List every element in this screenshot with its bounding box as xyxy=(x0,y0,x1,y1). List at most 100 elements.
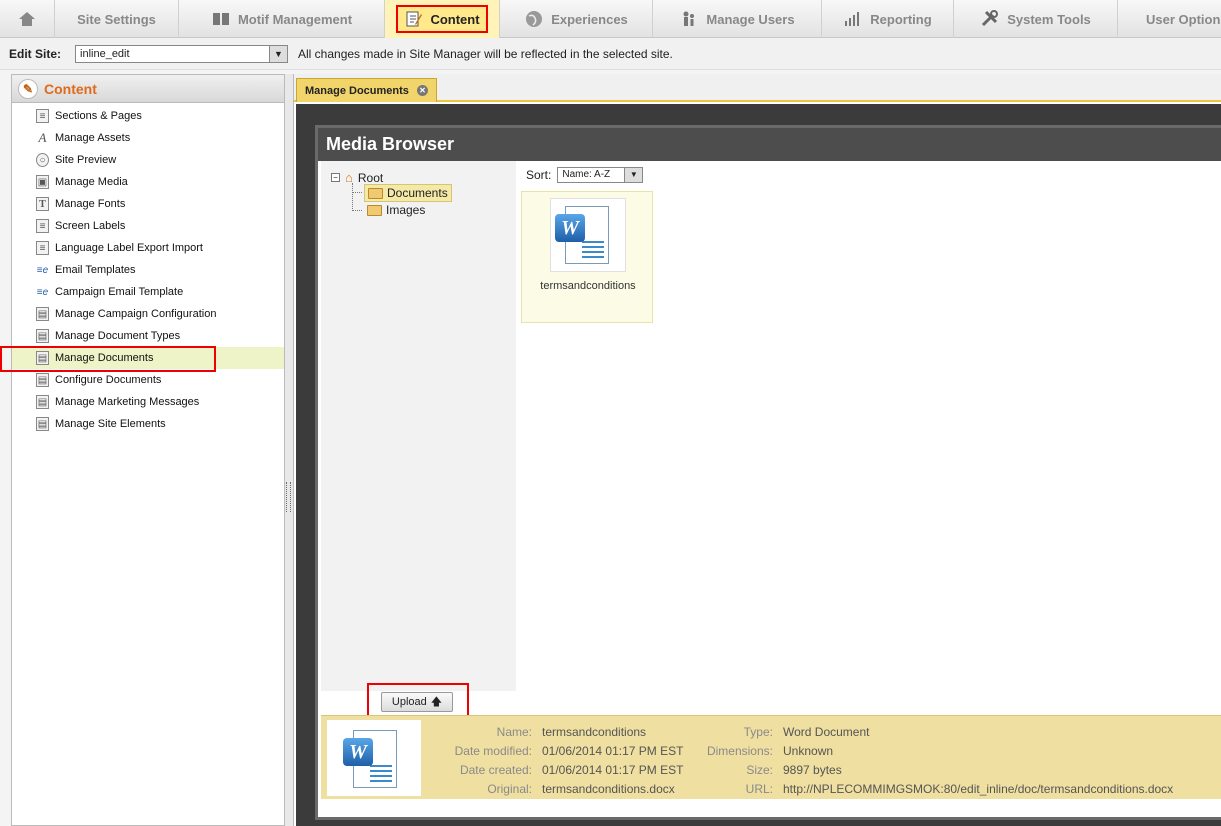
menu-item-language-label[interactable]: ≡ Language Label Export Import xyxy=(12,237,284,259)
nav-tab-motif-management[interactable]: Motif Management xyxy=(179,0,385,38)
config-icon: ▤ xyxy=(36,373,49,387)
menu-item-manage-fonts[interactable]: T Manage Fonts xyxy=(12,193,284,215)
nav-tab-content[interactable]: Content xyxy=(385,0,500,38)
edit-site-message: All changes made in Site Manager will be… xyxy=(298,46,673,61)
menu-item-label: Email Templates xyxy=(55,264,136,276)
tree-root[interactable]: − ⌂ Root xyxy=(331,170,383,185)
edit-site-value: inline_edit xyxy=(80,47,130,60)
menu-item-marketing-messages[interactable]: ▤ Manage Marketing Messages xyxy=(12,391,284,413)
menu-item-manage-media[interactable]: ▣ Manage Media xyxy=(12,171,284,193)
menu-item-label: Manage Assets xyxy=(55,132,131,144)
tree-node-documents[interactable]: Documents xyxy=(364,184,452,202)
home-icon xyxy=(17,10,37,28)
detail-label: Date modified: xyxy=(454,743,532,758)
panel-splitter[interactable] xyxy=(285,74,293,826)
upload-button[interactable]: Upload 🡅 xyxy=(381,692,453,712)
tree-node-label: Documents xyxy=(387,186,448,200)
menu-item-label: Configure Documents xyxy=(55,374,162,386)
menu-item-document-types[interactable]: ▤ Manage Document Types xyxy=(12,325,284,347)
nav-tab-manage-users[interactable]: Manage Users xyxy=(653,0,822,38)
detail-url[interactable]: http://NPLECOMMIMGSMOK:80/edit_inline/do… xyxy=(773,782,1173,796)
collapse-icon[interactable]: − xyxy=(331,173,340,182)
menu-item-label: Manage Documents xyxy=(55,352,154,364)
nav-tab-reporting[interactable]: Reporting xyxy=(822,0,954,38)
splitter-grip[interactable] xyxy=(286,482,291,512)
detail-label: Name: xyxy=(496,724,532,739)
menu-item-manage-documents[interactable]: ▤ Manage Documents xyxy=(0,346,284,372)
page-icon: ≡ xyxy=(36,109,49,123)
nav-tab-user-options[interactable]: User Options xyxy=(1118,0,1221,38)
tree-root-label: Root xyxy=(357,170,384,185)
menu-item-email-templates[interactable]: ≡e Email Templates xyxy=(12,259,284,281)
menu-item-screen-labels[interactable]: ≡ Screen Labels xyxy=(12,215,284,237)
dialog-title: Media Browser xyxy=(318,128,1221,161)
menu-item-label: Screen Labels xyxy=(55,220,126,232)
edit-site-select[interactable]: inline_edit ▼ xyxy=(75,44,289,63)
details-thumbnail: W xyxy=(327,720,421,796)
menu-item-label: Manage Campaign Configuration xyxy=(55,308,217,320)
sort-label: Sort: xyxy=(526,168,552,182)
detail-label: Size: xyxy=(746,762,773,777)
detail-type: Word Document xyxy=(783,724,870,739)
menu-item-configure-documents[interactable]: ▤ Configure Documents xyxy=(12,369,284,391)
tree-node-label: Images xyxy=(386,203,426,217)
nav-tab-label: Content xyxy=(430,11,480,27)
details-left-column: Name: termsandconditions Date modified: 01… xyxy=(428,722,684,798)
tree-connector xyxy=(352,210,362,211)
file-area: Sort: Name: A-Z ▼ W termsandconditions xyxy=(516,161,1221,691)
nav-tab-experiences[interactable]: Experiences xyxy=(500,0,653,38)
tab-label: Manage Documents xyxy=(305,84,409,97)
nav-tab-label: User Options xyxy=(1146,11,1221,27)
menu-item-sections-pages[interactable]: ≡ Sections & Pages xyxy=(12,105,284,127)
config-icon: ▤ xyxy=(36,307,49,321)
menu-item-campaign-configuration[interactable]: ▤ Manage Campaign Configuration xyxy=(12,303,284,325)
top-navigation: Site Settings Motif Management Content E… xyxy=(0,0,1221,38)
tree-node-images[interactable]: Images xyxy=(364,202,428,218)
nav-tab-label: Experiences xyxy=(551,11,628,27)
content-panel-header[interactable]: ✎ Content xyxy=(12,75,284,103)
menu-item-label: Sections & Pages xyxy=(55,110,142,122)
config-icon: ▤ xyxy=(36,395,49,409)
detail-modified: 01/06/2014 01:17 PM EST xyxy=(542,743,684,758)
nav-tab-system-tools[interactable]: System Tools xyxy=(954,0,1118,38)
tab-manage-documents[interactable]: Manage Documents ✕ xyxy=(296,78,437,102)
file-item[interactable]: W termsandconditions xyxy=(521,191,653,323)
sort-row: Sort: Name: A-Z ▼ xyxy=(526,167,644,183)
detail-created: 01/06/2014 01:17 PM EST xyxy=(542,762,684,777)
detail-label: Date created: xyxy=(459,762,532,777)
menu-item-label: Manage Document Types xyxy=(55,330,181,342)
file-name: termsandconditions xyxy=(540,280,636,292)
config-icon: ▤ xyxy=(36,351,49,365)
asset-icon: A xyxy=(38,130,47,145)
document-tab-bar: Manage Documents ✕ xyxy=(294,74,1221,102)
menu-item-manage-assets[interactable]: A Manage Assets xyxy=(12,127,284,149)
nav-tab-site-settings[interactable]: Site Settings xyxy=(55,0,179,38)
sort-select[interactable]: Name: A-Z ▼ xyxy=(557,167,644,183)
content-panel-title: Content xyxy=(44,80,97,97)
folder-tree: − ⌂ Root Documents Images xyxy=(321,161,516,691)
nav-tab-label: Motif Management xyxy=(237,11,353,27)
config-icon: ▤ xyxy=(36,417,49,431)
file-thumbnail: W xyxy=(550,198,626,272)
close-icon[interactable]: ✕ xyxy=(416,85,428,96)
tree-connector xyxy=(352,183,353,211)
menu-item-campaign-email-template[interactable]: ≡e Campaign Email Template xyxy=(12,281,284,303)
users-icon xyxy=(679,10,699,28)
details-right-column: Type: Word Document Dimensions: Unknown Si… xyxy=(683,722,1173,798)
tools-icon xyxy=(980,10,1000,28)
word-document-icon: W xyxy=(553,202,623,268)
content-edit-icon: ✎ xyxy=(18,78,38,99)
nav-tab-label: Manage Users xyxy=(706,11,795,27)
menu-item-site-preview[interactable]: ○ Site Preview xyxy=(12,149,284,171)
nav-tab-home[interactable] xyxy=(0,0,55,38)
detail-name: termsandconditions xyxy=(542,724,647,739)
menu-item-label: Manage Marketing Messages xyxy=(55,396,200,408)
globe-icon xyxy=(524,10,544,28)
detail-label: Type: xyxy=(743,724,773,739)
chevron-down-icon[interactable]: ▼ xyxy=(269,45,288,62)
detail-size: 9897 bytes xyxy=(783,762,842,777)
folder-icon xyxy=(368,187,383,199)
file-details-panel: W Name: termsandconditions Date modified:… xyxy=(321,715,1221,799)
chevron-down-icon[interactable]: ▼ xyxy=(624,168,643,182)
menu-item-site-elements[interactable]: ▤ Manage Site Elements xyxy=(12,413,284,435)
